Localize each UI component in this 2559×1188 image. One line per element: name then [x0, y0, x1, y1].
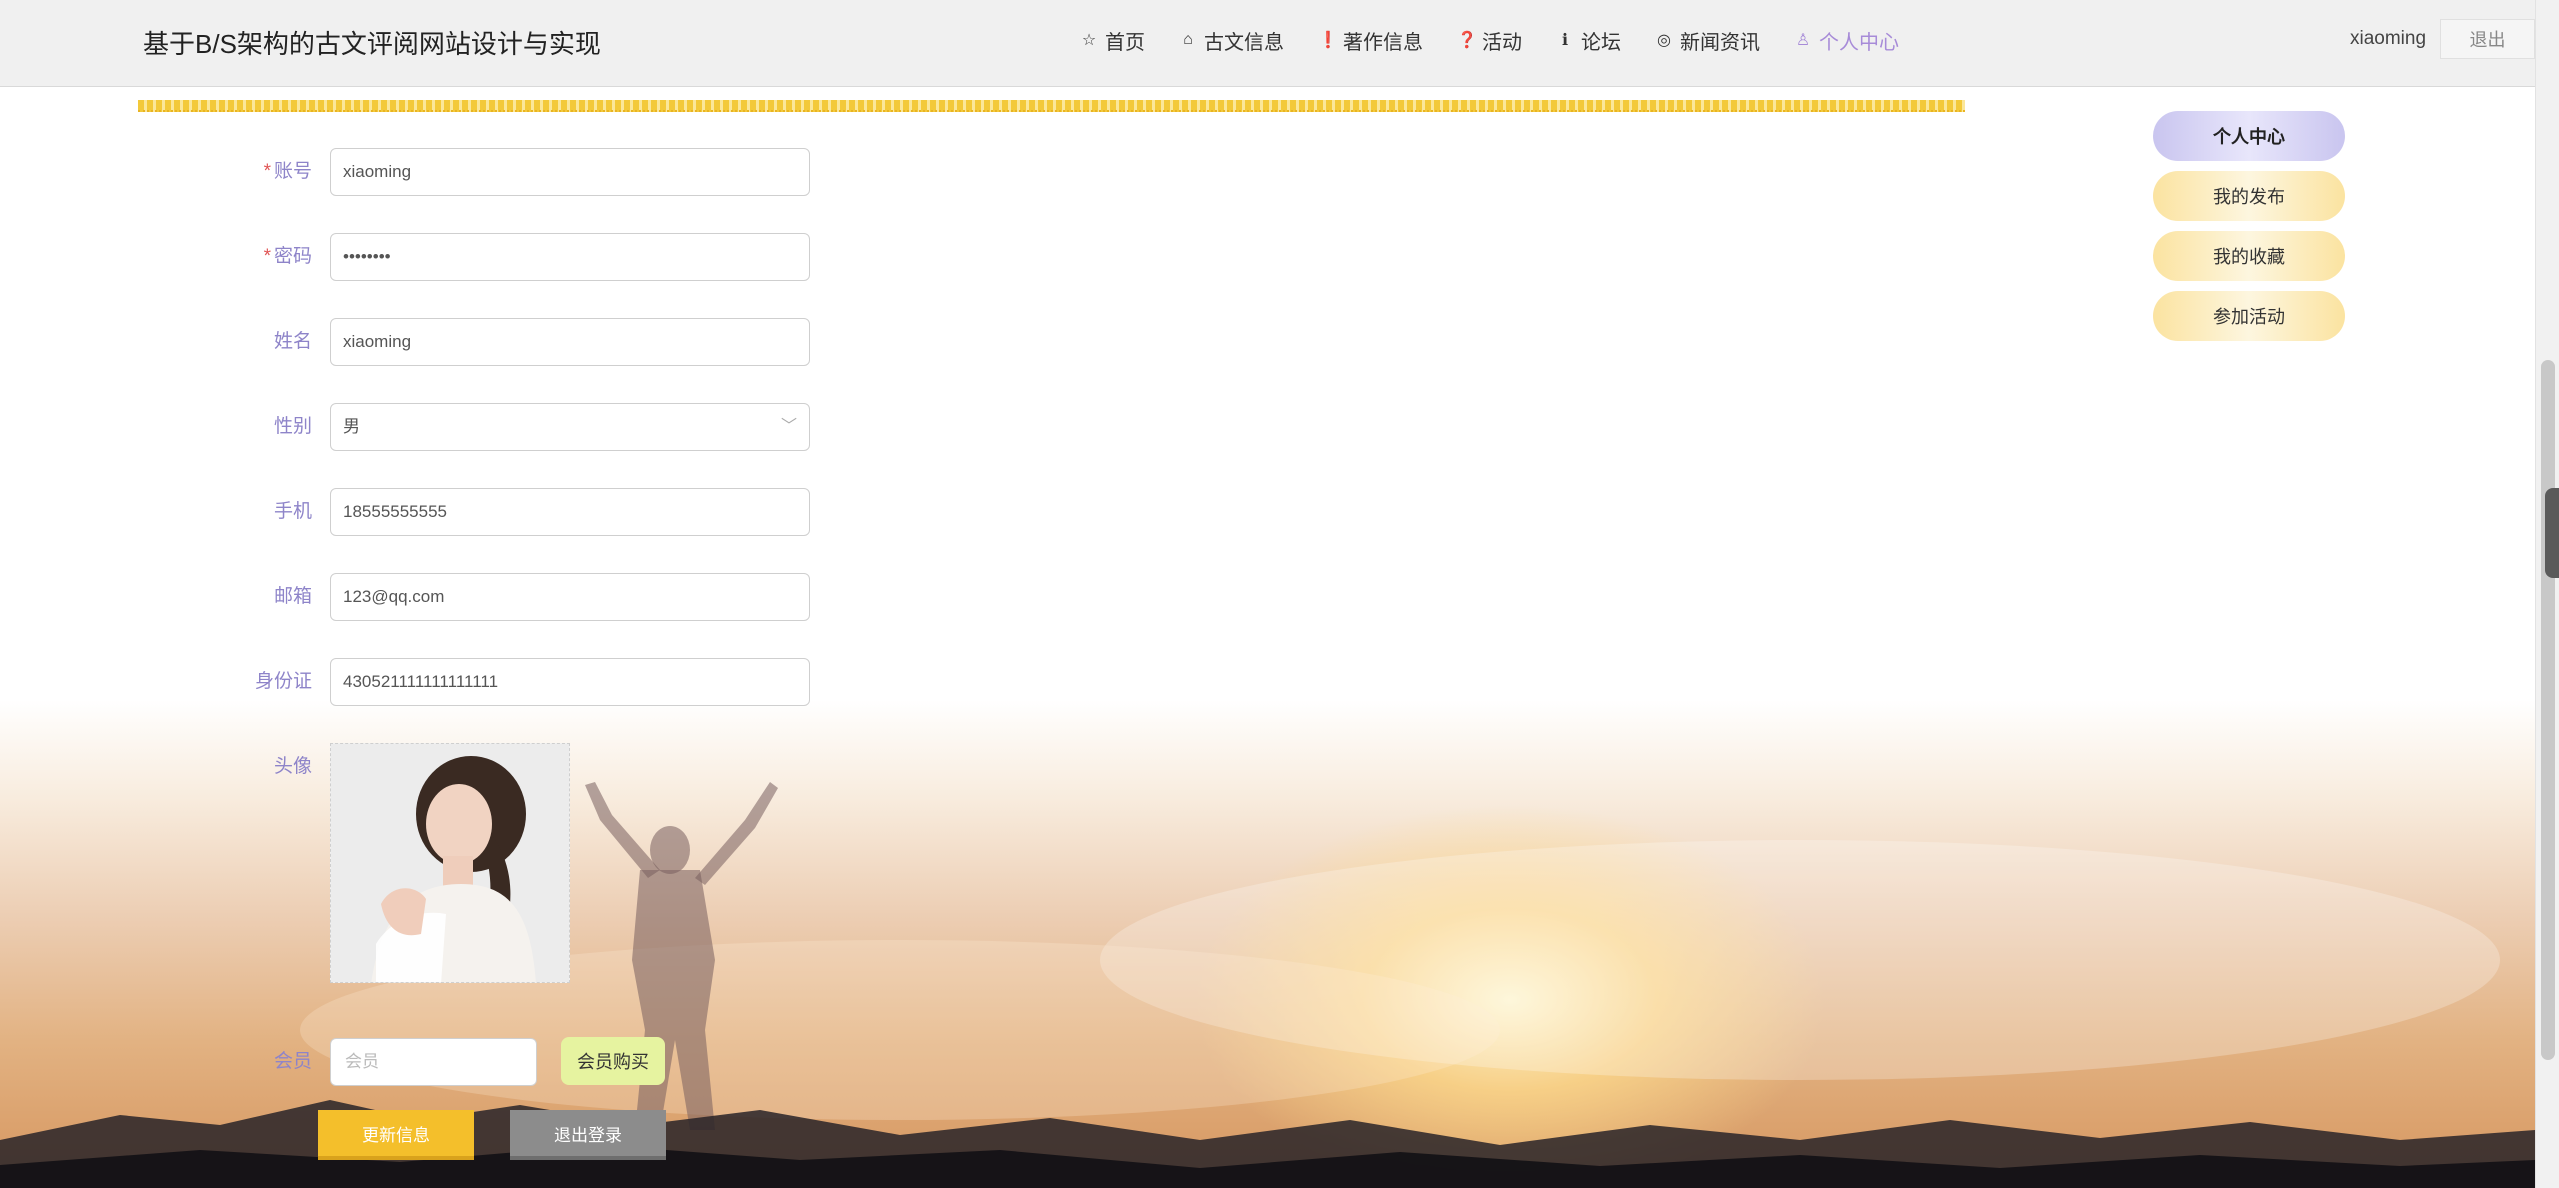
- user-icon: ♙: [1795, 32, 1811, 49]
- top-header: 基于B/S架构的古文评阅网站设计与实现 ☆ 首页 ⌂ 古文信息 ❗ 著作信息 ❓…: [0, 0, 2535, 87]
- nav-label: 个人中心: [1819, 31, 1899, 54]
- avatar-image: [331, 744, 569, 982]
- gender-label: 性别: [273, 416, 312, 437]
- decorative-divider: [138, 100, 1965, 112]
- question-circle-icon: ❓: [1457, 32, 1477, 49]
- nav-item-home[interactable]: ☆ 首页: [1080, 26, 1145, 54]
- site-title: 基于B/S架构的古文评阅网站设计与实现: [143, 29, 601, 59]
- required-mark: *: [263, 246, 271, 267]
- logout-button[interactable]: 退出登录: [510, 1110, 666, 1160]
- chevron-down-icon: ﹀: [780, 418, 797, 435]
- email-label: 邮箱: [273, 586, 312, 607]
- star-icon: ☆: [1081, 32, 1097, 49]
- scrollbar-thumb[interactable]: [2541, 360, 2555, 1060]
- account-input[interactable]: xiaoming: [330, 148, 810, 196]
- nav-label: 著作信息: [1343, 31, 1423, 54]
- password-label: * 密码: [263, 246, 312, 267]
- idcard-label: 身份证: [254, 671, 312, 692]
- target-icon: ◎: [1657, 32, 1671, 49]
- nav-label: 新闻资讯: [1680, 31, 1760, 54]
- nav-item-activities[interactable]: ❓ 活动: [1457, 26, 1522, 54]
- gender-select[interactable]: 男 ﹀: [330, 403, 810, 451]
- avatar-label: 头像: [273, 756, 312, 777]
- member-buy-button[interactable]: 会员购买: [561, 1037, 665, 1085]
- nav-label: 活动: [1482, 31, 1522, 54]
- idcard-input[interactable]: 430521111111111111: [330, 658, 810, 706]
- logout-top-button[interactable]: 退出: [2440, 19, 2535, 59]
- home-icon: ⌂: [1183, 31, 1193, 48]
- password-input[interactable]: ••••••••: [330, 233, 810, 281]
- name-label: 姓名: [273, 331, 312, 352]
- nav-label: 首页: [1105, 31, 1145, 54]
- nav-item-classics[interactable]: ⌂ 古文信息: [1179, 26, 1284, 54]
- required-mark: *: [263, 161, 271, 182]
- sidebar-item-my-favorites[interactable]: 我的收藏: [2153, 231, 2345, 281]
- phone-label: 手机: [273, 501, 312, 522]
- floating-side-widget[interactable]: [2545, 488, 2559, 578]
- update-info-button[interactable]: 更新信息: [318, 1110, 474, 1160]
- sidebar-item-join-activity[interactable]: 参加活动: [2153, 291, 2345, 341]
- member-label: 会员: [273, 1051, 312, 1072]
- info-icon: ℹ: [1561, 32, 1569, 49]
- member-input[interactable]: 会员: [330, 1038, 537, 1086]
- sidebar-item-profile[interactable]: 个人中心: [2153, 111, 2345, 161]
- avatar-upload[interactable]: [330, 743, 570, 983]
- nav-item-forum[interactable]: ℹ 论坛: [1556, 26, 1621, 54]
- info-circle-icon: ❗: [1318, 32, 1338, 49]
- nav-label: 论坛: [1581, 31, 1621, 54]
- sidebar-item-my-posts[interactable]: 我的发布: [2153, 171, 2345, 221]
- name-input[interactable]: xiaoming: [330, 318, 810, 366]
- username: xiaoming: [2350, 28, 2427, 49]
- account-label: * 账号: [263, 161, 312, 182]
- main-nav: ☆ 首页 ⌂ 古文信息 ❗ 著作信息 ❓ 活动 ℹ 论坛 ◎ 新闻资讯 ♙ 个人…: [1080, 26, 1933, 54]
- nav-item-news[interactable]: ◎ 新闻资讯: [1655, 26, 1760, 54]
- page-scrollbar[interactable]: [2535, 0, 2559, 1188]
- phone-input[interactable]: 18555555555: [330, 488, 810, 536]
- email-input[interactable]: 123@qq.com: [330, 573, 810, 621]
- nav-item-profile[interactable]: ♙ 个人中心: [1794, 26, 1899, 54]
- nav-item-works[interactable]: ❗ 著作信息: [1318, 26, 1423, 54]
- gender-value: 男: [343, 417, 360, 436]
- nav-label: 古文信息: [1204, 31, 1284, 54]
